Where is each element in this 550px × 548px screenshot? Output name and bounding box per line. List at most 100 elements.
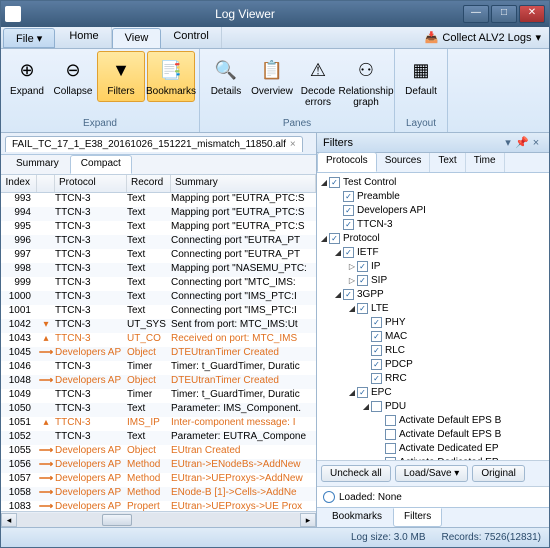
decode-errors-button[interactable]: ⚠Decode errors (296, 51, 340, 113)
checkbox[interactable] (357, 387, 368, 398)
table-row[interactable]: 993TTCN-3TextMapping port "EUTRA_PTC:S (1, 193, 316, 207)
menu-home[interactable]: Home (57, 27, 111, 48)
table-row[interactable]: 1056⟶Developers APMethodEUtran->ENodeBs-… (1, 459, 316, 473)
bottom-tab-filters[interactable]: Filters (393, 508, 442, 527)
tree-node[interactable]: PDU (319, 399, 547, 413)
checkbox[interactable] (343, 247, 354, 258)
menu-file[interactable]: File ▾ (3, 28, 55, 48)
log-grid[interactable]: Index Protocol Record Summary 993TTCN-3T… (1, 175, 316, 511)
table-row[interactable]: 1055⟶Developers APObjectEUtran Created (1, 445, 316, 459)
table-row[interactable]: 1049TTCN-3TimerTimer: t_GuardTimer, Dura… (1, 389, 316, 403)
uncheck-all-button[interactable]: Uncheck all (321, 465, 391, 482)
tree-node[interactable]: TTCN-3 (319, 217, 547, 231)
checkbox[interactable] (343, 205, 354, 216)
table-row[interactable]: 994TTCN-3TextMapping port "EUTRA_PTC:S (1, 207, 316, 221)
menu-control[interactable]: Control (161, 27, 221, 48)
col-protocol[interactable]: Protocol (55, 175, 127, 192)
tree-node[interactable]: Protocol (319, 231, 547, 245)
tree-node[interactable]: Activate Dedicated EP (319, 441, 547, 455)
tree-node[interactable]: LTE (319, 301, 547, 315)
scroll-thumb[interactable] (102, 514, 132, 526)
original-button[interactable]: Original (472, 465, 524, 482)
checkbox[interactable] (329, 177, 340, 188)
tree-node[interactable]: IETF (319, 245, 547, 259)
checkbox[interactable] (329, 233, 340, 244)
checkbox[interactable] (371, 317, 382, 328)
filters-button[interactable]: ▼Filters (97, 51, 145, 102)
table-row[interactable]: 997TTCN-3TextConnecting port "EUTRA_PT (1, 249, 316, 263)
col-index[interactable]: Index (1, 175, 37, 192)
table-row[interactable]: 1057⟶Developers APMethodEUtran->UEProxys… (1, 473, 316, 487)
tree-node[interactable]: PHY (319, 315, 547, 329)
filter-tab-text[interactable]: Text (430, 153, 465, 172)
tree-node[interactable]: Preamble (319, 189, 547, 203)
checkbox[interactable] (371, 401, 382, 412)
checkbox[interactable] (371, 331, 382, 342)
close-button[interactable]: ✕ (519, 5, 545, 23)
menu-view[interactable]: View (112, 28, 162, 48)
col-summary[interactable]: Summary (171, 175, 316, 192)
minimize-button[interactable]: — (463, 5, 489, 23)
table-row[interactable]: 995TTCN-3TextMapping port "EUTRA_PTC:S (1, 221, 316, 235)
col-record[interactable]: Record (127, 175, 171, 192)
table-row[interactable]: 996TTCN-3TextConnecting port "EUTRA_PT (1, 235, 316, 249)
table-row[interactable]: 1043▴TTCN-3UT_COReceived on port: MTC_IM… (1, 333, 316, 347)
horizontal-scrollbar[interactable]: ◂ ▸ (1, 511, 316, 527)
scroll-left-button[interactable]: ◂ (1, 513, 17, 527)
tree-node[interactable]: Activate Default EPS B (319, 413, 547, 427)
checkbox[interactable] (385, 415, 396, 426)
table-row[interactable]: 1048⟶Developers APObjectDTEUtranTimer Cr… (1, 375, 316, 389)
scroll-right-button[interactable]: ▸ (300, 513, 316, 527)
checkbox[interactable] (385, 429, 396, 440)
pane-close-icon[interactable]: × (529, 137, 543, 149)
collapse-button[interactable]: ⊖Collapse (51, 51, 95, 102)
table-row[interactable]: 1042▾TTCN-3UT_SYSSent from port: MTC_IMS… (1, 319, 316, 333)
tree-node[interactable]: SIP (319, 273, 547, 287)
file-tab[interactable]: FAIL_TC_17_1_E38_20161026_151221_mismatc… (5, 136, 303, 152)
tree-node[interactable]: Developers API (319, 203, 547, 217)
relationship-graph-button[interactable]: ⚇Relationship graph (342, 51, 390, 113)
table-row[interactable]: 1045⟶Developers APObjectDTEUtranTimer Cr… (1, 347, 316, 361)
pane-pin-icon[interactable]: 📌 (515, 136, 529, 149)
details-button[interactable]: 🔍Details (204, 51, 248, 102)
tab-summary[interactable]: Summary (5, 155, 70, 174)
table-row[interactable]: 1052TTCN-3TextParameter: EUTRA_Compone (1, 431, 316, 445)
table-row[interactable]: 1050TTCN-3TextParameter: IMS_Component. (1, 403, 316, 417)
filter-tab-sources[interactable]: Sources (377, 153, 431, 172)
tree-node[interactable]: IP (319, 259, 547, 273)
collect-logs-button[interactable]: 📥 Collect ALV2 Logs ▾ (417, 27, 549, 48)
checkbox[interactable] (371, 345, 382, 356)
checkbox[interactable] (357, 275, 368, 286)
tree-node[interactable]: Activate Default EPS B (319, 427, 547, 441)
tree-node[interactable]: RLC (319, 343, 547, 357)
pane-menu-icon[interactable]: ▾ (501, 136, 515, 149)
table-row[interactable]: 1000TTCN-3TextConnecting port "IMS_PTC:I (1, 291, 316, 305)
tree-node[interactable]: PDCP (319, 357, 547, 371)
overview-button[interactable]: 📋Overview (250, 51, 294, 102)
tree-node[interactable]: Test Control (319, 175, 547, 189)
checkbox[interactable] (357, 303, 368, 314)
bottom-tab-bookmarks[interactable]: Bookmarks (321, 508, 393, 527)
close-tab-icon[interactable]: × (290, 139, 296, 150)
table-row[interactable]: 1051▴TTCN-3IMS_IPInter-component message… (1, 417, 316, 431)
tree-node[interactable]: RRC (319, 371, 547, 385)
load-save-button[interactable]: Load/Save ▾ (395, 465, 469, 482)
checkbox[interactable] (343, 219, 354, 230)
col-mark[interactable] (37, 175, 55, 192)
table-row[interactable]: 1083⟶Developers APPropertEUtran->UEProxy… (1, 501, 316, 511)
table-row[interactable]: 998TTCN-3TextMapping port "NASEMU_PTC: (1, 263, 316, 277)
table-row[interactable]: 1058⟶Developers APMethodENode-B [1]->Cel… (1, 487, 316, 501)
filter-tree[interactable]: Test ControlPreambleDevelopers APITTCN-3… (317, 173, 549, 460)
checkbox[interactable] (385, 443, 396, 454)
tree-node[interactable]: EPC (319, 385, 547, 399)
table-row[interactable]: 1001TTCN-3TextConnecting port "IMS_PTC:I (1, 305, 316, 319)
tree-node[interactable]: 3GPP (319, 287, 547, 301)
tree-node[interactable]: MAC (319, 329, 547, 343)
refresh-icon[interactable] (323, 491, 335, 503)
filter-tab-protocols[interactable]: Protocols (317, 152, 377, 172)
default-layout-button[interactable]: ▦Default (399, 51, 443, 102)
tab-compact[interactable]: Compact (70, 155, 132, 174)
checkbox[interactable] (343, 289, 354, 300)
table-row[interactable]: 999TTCN-3TextConnecting port "MTC_IMS: (1, 277, 316, 291)
checkbox[interactable] (357, 261, 368, 272)
